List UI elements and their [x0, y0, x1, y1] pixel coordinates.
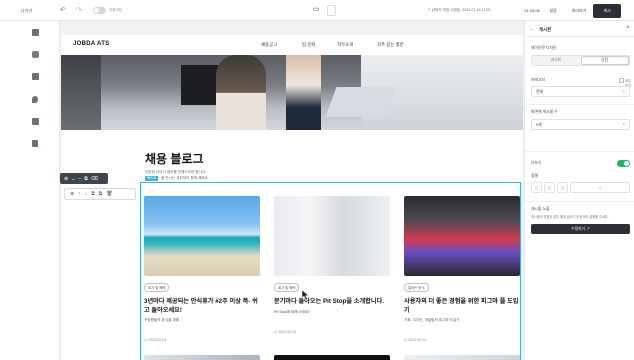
blog-card[interactable]: 회사 및 혜택 3년마다 제공되는 안식휴가 #2주 이상 푹- 쉬고 돌아오세… — [144, 196, 262, 360]
editor-canvas: JOBDA ATS 채용공고 팀 문화 직무소개 자주 묻는 질문 채용 블로그… — [60, 21, 524, 360]
next-card-thumbnail[interactable] — [404, 355, 520, 360]
card-date: ◷ 2023.03.24 — [144, 338, 167, 342]
panel-divider — [525, 104, 634, 105]
left-sidebar — [0, 21, 60, 360]
section-settings-icon[interactable]: ⊕ — [70, 191, 74, 197]
component-icon[interactable] — [32, 118, 39, 125]
section-icon[interactable] — [32, 73, 39, 80]
card-title[interactable]: 3년마다 제공되는 안식휴가 #2주 이상 푹- 쉬고 돌아오세요! — [144, 298, 262, 315]
settings-button[interactable]: 설정 — [544, 4, 562, 17]
file-icon[interactable] — [32, 140, 38, 147]
trash-icon[interactable]: 🗑 — [106, 191, 112, 197]
show-all-checkbox[interactable] — [619, 78, 624, 83]
autosave-toggle[interactable] — [93, 7, 106, 14]
move-up-icon[interactable]: ↑ — [78, 191, 81, 197]
top-bar: 나가기 ↶ ↷ 자동저장 ▭ ↗ 상태가 꺼짐·수정된, 2023-07-24 … — [0, 0, 634, 21]
card-description: Pit Stop에 대해 아세요? — [274, 309, 311, 314]
post-count-label: 화면에 게시될 수 — [531, 110, 558, 114]
next-card-thumbnail[interactable] — [144, 355, 260, 360]
blog-subtitle-line-2[interactable]: 을 만나는 과정부터 함께 해봐요. — [161, 176, 209, 181]
card-date: ◷ 2023.03.24 — [404, 338, 427, 342]
card-badge: 회사 및 혜택 — [144, 283, 170, 292]
blog-title[interactable]: 채용 블로그 — [145, 150, 204, 167]
panel-header: ← 게시판 × — [525, 21, 634, 37]
nav-item-roles[interactable]: 직무소개 — [337, 42, 353, 48]
layout-label: 레이아웃 디자인 — [531, 46, 557, 50]
site-logo[interactable]: JOBDA ATS — [73, 41, 109, 47]
more-label: 더보기 — [531, 161, 542, 165]
page-icon[interactable] — [32, 29, 39, 36]
card-badge: 일하는 방식 — [404, 283, 429, 292]
panel-title: 게시판 — [539, 27, 552, 32]
edit-board-button[interactable]: 수정하기 ↗ — [531, 224, 630, 234]
align-select[interactable]: ⌄ — [570, 182, 630, 193]
site-nav: JOBDA ATS 채용공고 팀 문화 직무소개 자주 묻는 질문 — [61, 35, 523, 55]
close-icon[interactable]: × — [626, 25, 630, 31]
layout-icon[interactable] — [32, 51, 39, 58]
card-thumbnail[interactable] — [274, 196, 390, 276]
redo-icon[interactable]: ↷ — [76, 6, 82, 14]
card-description: 구성원들의 휴식을 위해 — [144, 318, 180, 322]
card-thumbnail[interactable] — [144, 196, 260, 276]
save-status: ↗ 상태가 꺼짐·수정된, 2023-07-24 12:01 — [427, 8, 491, 12]
autosave-toggle-wrap: 자동저장 — [93, 7, 122, 14]
card-title[interactable]: 사용자의 더 좋은 경험을 위한 피그마 플 도입기 — [404, 298, 522, 315]
panel-divider — [525, 201, 634, 202]
help-text: 게시물이 변경된 경우 해당 글쓰기의 링크를 설정해 주세요. — [531, 215, 609, 219]
paste-icon[interactable]: ⧉ — [99, 191, 103, 197]
layout-option-grid[interactable]: 단단 — [580, 56, 629, 65]
block-toolbar: ⊕ ⌄ – ⧉ ⌫ — [60, 173, 108, 184]
panel-divider — [525, 151, 634, 152]
layout-option-list[interactable]: 리스트 — [532, 56, 581, 65]
layout-segmented-control: 리스트 단단 — [531, 55, 630, 66]
properties-panel: ← 게시판 × 레이아웃 디자인 리스트 단단 카테고리 모두보기 전체 화면에… — [524, 21, 634, 360]
mobile-view-icon[interactable] — [327, 5, 336, 16]
settings-icon[interactable]: ⊕ — [64, 176, 68, 182]
duplicate-icon[interactable]: ⧉ — [91, 191, 95, 197]
post-visibility-label: 게시물 노출 — [531, 207, 550, 211]
next-card-thumbnail[interactable] — [274, 355, 390, 360]
category-label: 카테고리 — [531, 78, 545, 82]
undo-icon[interactable]: ↶ — [60, 6, 66, 14]
align-options: ▯ ▯ ▯ ⌄ — [531, 182, 630, 193]
align-option-3[interactable]: ▯ — [557, 182, 568, 193]
card-title[interactable]: 분기마다 돌아오는 Pit Stop을 소개합니다. — [274, 298, 392, 307]
card-badge: 회사 및 혜택 — [274, 283, 300, 292]
preview-button[interactable]: 미리보기 — [566, 4, 592, 17]
blog-card[interactable]: 회사 및 혜택 분기마다 돌아오는 Pit Stop을 소개합니다. Pit S… — [274, 196, 392, 360]
nav-item-faq[interactable]: 자주 묻는 질문 — [377, 42, 404, 48]
desktop-view-icon[interactable]: ▭ — [313, 6, 321, 14]
autosave-label: 자동저장 — [109, 8, 122, 12]
nav-item-culture[interactable]: 팀 문화 — [302, 42, 315, 48]
section-toolbar: ⊕ ↑ ↓ ⧉ ⧉ 🗑 — [64, 188, 136, 200]
align-option-1[interactable]: ▯ — [531, 182, 542, 193]
exit-button[interactable]: 나가기 — [21, 8, 32, 14]
hero-image — [61, 55, 523, 130]
card-description: 기획, 디자인, 개발팀의 피그마 도입기 — [404, 318, 460, 322]
chevron-down-icon[interactable]: ⌄ — [71, 176, 75, 182]
blog-card[interactable]: 일하는 방식 사용자의 더 좋은 경험을 위한 피그마 플 도입기 기획, 디자… — [404, 196, 522, 360]
selection-tag: 텍스트 — [145, 176, 159, 181]
post-count-select[interactable]: 9개 — [531, 119, 630, 130]
card-thumbnail[interactable] — [404, 196, 520, 276]
blog-subtitle-line-1[interactable]: 다양한 이야기 정보를 전해드리려 합니다. — [145, 170, 206, 175]
editor-app: 나가기 ↶ ↷ 자동저장 ▭ ↗ 상태가 꺼짐·수정된, 2023-07-24 … — [0, 0, 634, 360]
timer-display: 01:03:08 — [524, 8, 540, 13]
publish-button[interactable]: 게시 — [593, 4, 621, 18]
align-option-2[interactable]: ▯ — [544, 182, 555, 193]
mouse-cursor-icon — [301, 290, 310, 300]
category-select[interactable]: 전체 — [531, 86, 630, 97]
delete-icon[interactable]: ⌫ — [91, 176, 98, 182]
card-date: ◷ 2023.03.24 — [274, 329, 297, 334]
align-label: 정렬 — [531, 174, 538, 178]
theme-icon[interactable] — [32, 96, 38, 103]
more-toggle[interactable] — [617, 160, 630, 167]
back-arrow-icon[interactable]: ← — [529, 26, 534, 32]
nav-item-jobs[interactable]: 채용공고 — [261, 42, 277, 48]
copy-icon[interactable]: ⧉ — [84, 176, 88, 182]
minus-icon[interactable]: – — [78, 176, 81, 182]
move-down-icon[interactable]: ↓ — [85, 191, 88, 197]
